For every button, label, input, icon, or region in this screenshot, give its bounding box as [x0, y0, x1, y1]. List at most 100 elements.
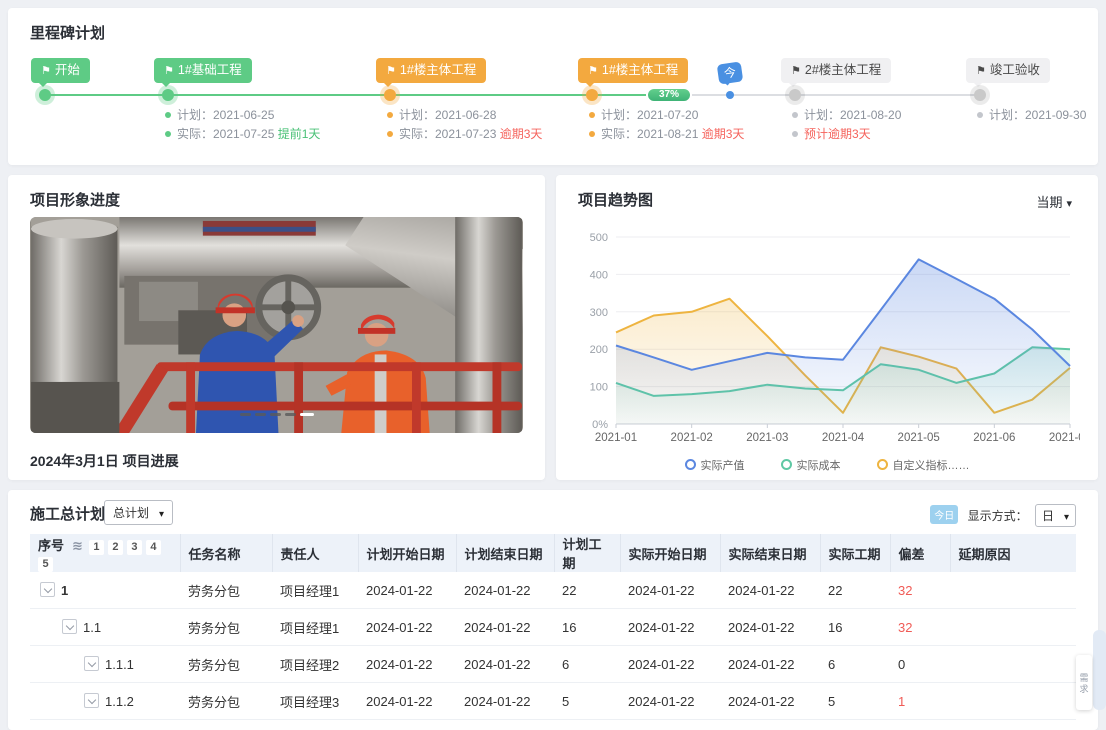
- milestone-node[interactable]: [162, 89, 174, 101]
- legend-item[interactable]: 实际产值: [685, 457, 745, 473]
- table-row: 1.1.2劳务分包项目经理32024-01-222024-01-2252024-…: [30, 683, 1076, 720]
- carousel-dot[interactable]: [240, 413, 251, 416]
- deviation-cell: 1: [890, 683, 950, 720]
- plan_end-cell: 2024-01-22: [456, 609, 554, 646]
- flag-icon: ⚑: [791, 65, 801, 77]
- actual_end-cell: 2024-01-22: [720, 646, 820, 683]
- milestone-node[interactable]: [789, 89, 801, 101]
- plan_days-cell: 22: [554, 572, 620, 609]
- level-button-3[interactable]: 3: [127, 540, 142, 555]
- actual_end-cell: 2024-01-22: [720, 683, 820, 720]
- column-header-9: 偏差: [890, 534, 950, 572]
- expand-toggle-icon[interactable]: [84, 656, 99, 671]
- milestone-dates: 计划：2021-09-30: [977, 106, 1086, 125]
- legend-marker-icon: [781, 459, 792, 470]
- carousel-dot[interactable]: [255, 413, 266, 416]
- plan_end-cell: 2024-01-22: [456, 646, 554, 683]
- delay-reason-cell: [950, 609, 1076, 646]
- milestone-date-line: 预计逾期3天: [792, 125, 901, 144]
- owner-cell: 项目经理1: [272, 609, 358, 646]
- date-note: 逾期3天: [500, 127, 543, 141]
- milestone-node[interactable]: [39, 89, 51, 101]
- display-mode-select[interactable]: 日▾: [1035, 504, 1076, 527]
- column-header-2: 责任人: [272, 534, 358, 572]
- flag-icon: ⚑: [41, 65, 51, 77]
- carousel-dot[interactable]: [285, 413, 296, 416]
- table-header-row: 序号≋12345任务名称责任人计划开始日期计划结束日期计划工期实际开始日期实际结…: [30, 534, 1076, 572]
- display-mode-label: 显示方式：: [968, 509, 1028, 523]
- milestone-node[interactable]: [974, 89, 986, 101]
- chevron-down-icon: ▾: [1064, 512, 1069, 523]
- date-note: 逾期3天: [702, 127, 745, 141]
- plan-type-select[interactable]: 总计划▾: [104, 500, 173, 525]
- flag-icon: ⚑: [386, 65, 396, 77]
- flag-icon: ⚑: [164, 65, 174, 77]
- actual_start-cell: 2024-01-22: [620, 572, 720, 609]
- milestone-node[interactable]: [384, 89, 396, 101]
- bullet-icon: [589, 112, 595, 118]
- plan_days-cell: 16: [554, 609, 620, 646]
- carousel-dot[interactable]: [300, 413, 314, 416]
- flag-icon: ⚑: [588, 65, 598, 77]
- svg-text:200: 200: [590, 344, 608, 356]
- serial-cell: 1.1: [30, 609, 180, 646]
- timeline-line: [45, 94, 646, 96]
- svg-text:2021-03: 2021-03: [746, 432, 788, 444]
- milestone-date-line: 计划：2021-07-20: [589, 106, 744, 125]
- column-header-0: 序号≋12345: [30, 534, 180, 572]
- svg-text:2021-02: 2021-02: [671, 432, 713, 444]
- legend-item[interactable]: 自定义指标……: [877, 457, 970, 473]
- expand-toggle-icon[interactable]: [40, 582, 55, 597]
- deviation-cell: 0: [890, 646, 950, 683]
- photo-progress-card: 项目形象进度: [8, 175, 545, 480]
- table-row: 1.1.1劳务分包项目经理22024-01-222024-01-2262024-…: [30, 646, 1076, 683]
- legend-marker-icon: [685, 459, 696, 470]
- site-photo: [30, 217, 523, 433]
- milestone-badge: ⚑开始: [31, 58, 90, 83]
- milestone-timeline: ⚑开始⚑1#基础工程计划：2021-06-25 实际：2021-07-25 提前…: [8, 51, 1098, 156]
- plan_start-cell: 2024-01-22: [358, 609, 456, 646]
- owner-cell: 项目经理1: [272, 572, 358, 609]
- delay-reason-cell: [950, 646, 1076, 683]
- legend-marker-icon: [877, 459, 888, 470]
- actual_days-cell: 16: [820, 609, 890, 646]
- level-button-1[interactable]: 1: [89, 540, 104, 555]
- table-title: 施工总计划: [30, 503, 105, 524]
- milestone-date-line: 实际：2021-07-23 逾期3天: [387, 125, 542, 144]
- bullet-icon: [387, 112, 393, 118]
- level-button-2[interactable]: 2: [108, 540, 123, 555]
- progress-pill: 37%: [646, 87, 692, 103]
- layers-icon: ≋: [72, 538, 83, 553]
- carousel-dots[interactable]: [30, 406, 523, 424]
- serial-cell: 1.1.2: [30, 683, 180, 720]
- expand-toggle-icon[interactable]: [62, 619, 77, 634]
- milestone-badge: ⚑1#基础工程: [154, 58, 252, 83]
- page-scrollbar[interactable]: [1093, 630, 1106, 710]
- today-badge: 今日: [930, 505, 958, 524]
- chevron-down-icon: ▾: [159, 509, 164, 520]
- legend-item[interactable]: 实际成本: [781, 457, 841, 473]
- milestone-badge: ⚑2#楼主体工程: [781, 58, 891, 83]
- expand-toggle-icon[interactable]: [84, 693, 99, 708]
- level-button-4[interactable]: 4: [146, 540, 161, 555]
- column-header-7: 实际结束日期: [720, 534, 820, 572]
- schedule-table-card: 施工总计划 总计划▾ 今日 显示方式： 日▾ 序号≋12345任务名称责任人计划…: [8, 490, 1098, 730]
- bullet-icon: [792, 131, 798, 137]
- milestone-dates: 计划：2021-06-28 实际：2021-07-23 逾期3天: [387, 106, 542, 144]
- level-button-5[interactable]: 5: [38, 557, 53, 572]
- bullet-icon: [387, 131, 393, 137]
- actual_end-cell: 2024-01-22: [720, 609, 820, 646]
- svg-text:500: 500: [590, 232, 608, 244]
- task-cell: 劳务分包: [180, 683, 272, 720]
- plan_start-cell: 2024-01-22: [358, 646, 456, 683]
- owner-cell: 项目经理2: [272, 646, 358, 683]
- serial-cell: 1: [30, 572, 180, 609]
- carousel-dot[interactable]: [270, 413, 281, 416]
- bullet-icon: [165, 112, 171, 118]
- milestone-node[interactable]: [586, 89, 598, 101]
- delay-reason-cell: [950, 683, 1076, 720]
- milestone-badge: ⚑1#楼主体工程: [578, 58, 688, 83]
- milestone-badge: ⚑1#楼主体工程: [376, 58, 486, 83]
- side-floating-tab[interactable]: 需求: [1076, 655, 1092, 710]
- actual_end-cell: 2024-01-22: [720, 572, 820, 609]
